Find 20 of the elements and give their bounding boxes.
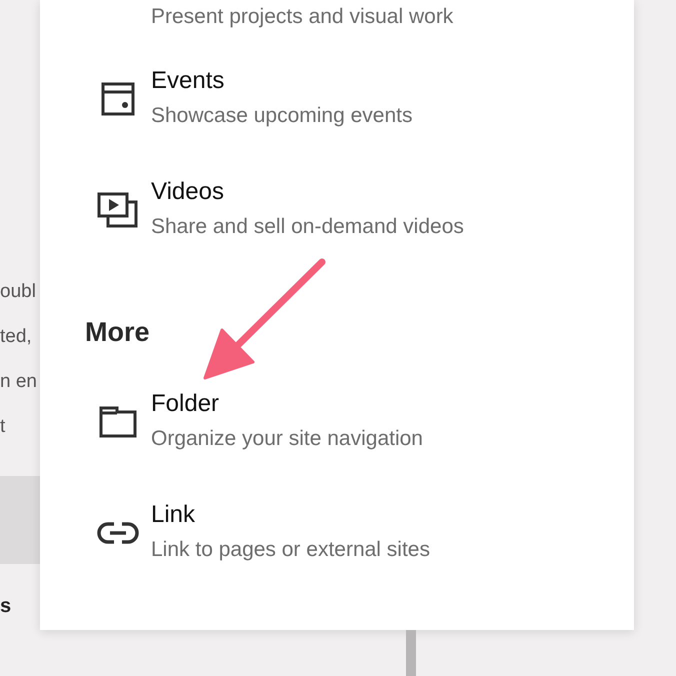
menu-item-description: Present projects and visual work	[151, 4, 454, 30]
menu-item-description: Showcase upcoming events	[151, 103, 412, 129]
menu-item-title[interactable]: Events	[151, 65, 412, 97]
menu-item-title[interactable]: Folder	[151, 388, 423, 420]
calendar-icon	[100, 81, 136, 117]
background-text: oubl	[0, 280, 37, 304]
menu-item-description: Organize your site navigation	[151, 426, 423, 452]
menu-item-title[interactable]: Videos	[151, 176, 464, 208]
background-text: n en	[0, 370, 38, 394]
menu-item-description: Link to pages or external sites	[151, 537, 430, 563]
background-text: ted,	[0, 325, 33, 349]
link-icon	[97, 521, 139, 545]
background-text: t	[0, 415, 6, 439]
scrollbar	[406, 630, 416, 676]
menu-item-title[interactable]: Link	[151, 499, 430, 531]
video-stack-icon	[97, 192, 139, 228]
section-heading: More	[85, 316, 151, 349]
background-heading: s	[0, 594, 12, 619]
folder-icon	[99, 406, 137, 438]
menu-item-description: Share and sell on-demand videos	[151, 214, 464, 240]
